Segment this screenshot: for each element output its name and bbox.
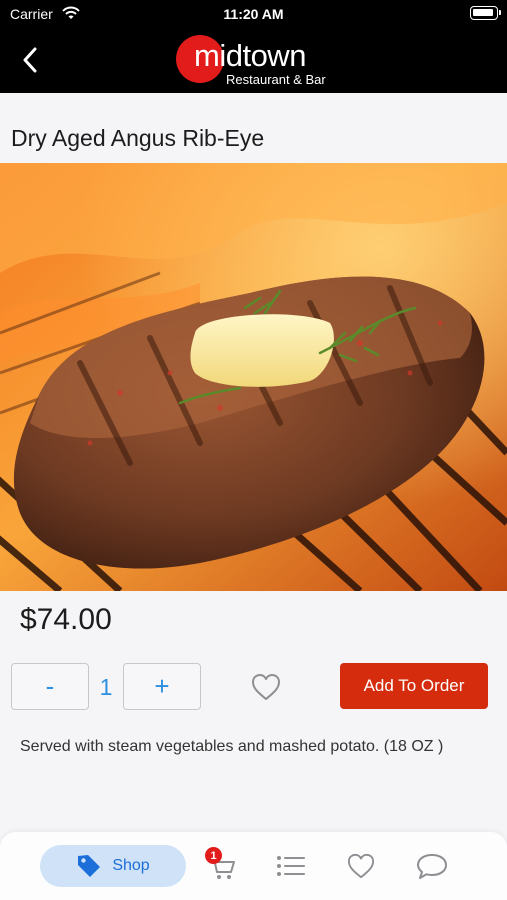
status-bar: Carrier 11:20 AM bbox=[0, 0, 507, 28]
tab-chat[interactable] bbox=[414, 848, 450, 884]
logo-subtitle: Restaurant & Bar bbox=[226, 72, 326, 87]
tab-favorites[interactable] bbox=[343, 848, 379, 884]
tab-shop-label: Shop bbox=[112, 857, 150, 874]
list-icon bbox=[277, 856, 305, 876]
title-bar: Dry Aged Angus Rib-Eye bbox=[0, 93, 507, 163]
decrement-button[interactable]: - bbox=[11, 663, 89, 710]
chevron-left-icon bbox=[23, 47, 37, 73]
add-to-order-button[interactable]: Add To Order bbox=[340, 663, 488, 709]
app-header: Carrier 11:20 AM midtown Restaurant & Ba… bbox=[0, 0, 507, 93]
increment-button[interactable]: + bbox=[123, 663, 201, 710]
clock: 11:20 AM bbox=[223, 6, 284, 22]
chat-bubble-icon bbox=[417, 854, 447, 879]
restaurant-logo: midtown Restaurant & Bar bbox=[176, 34, 346, 90]
tab-cart[interactable]: 1 bbox=[204, 847, 240, 884]
back-button[interactable] bbox=[16, 45, 44, 75]
favorite-button[interactable] bbox=[250, 672, 282, 702]
product-description: Served with steam vegetables and mashed … bbox=[20, 738, 444, 755]
battery-icon bbox=[470, 6, 501, 20]
quantity-value: 1 bbox=[99, 674, 113, 700]
add-to-order-label: Add To Order bbox=[363, 676, 465, 695]
product-title: Dry Aged Angus Rib-Eye bbox=[11, 125, 265, 151]
tab-shop[interactable]: Shop bbox=[40, 845, 186, 887]
decrement-label: - bbox=[45, 671, 55, 701]
tab-bar: Shop 1 bbox=[0, 832, 507, 900]
price-label: $74.00 bbox=[20, 603, 112, 636]
tab-list[interactable] bbox=[273, 848, 309, 884]
logo-name: midtown bbox=[194, 38, 306, 73]
tag-icon bbox=[78, 855, 101, 877]
heart-outline-icon bbox=[252, 674, 280, 700]
cart-badge: 1 bbox=[205, 847, 222, 864]
product-image bbox=[0, 163, 507, 591]
increment-label: + bbox=[154, 671, 170, 701]
heart-icon bbox=[347, 853, 375, 879]
